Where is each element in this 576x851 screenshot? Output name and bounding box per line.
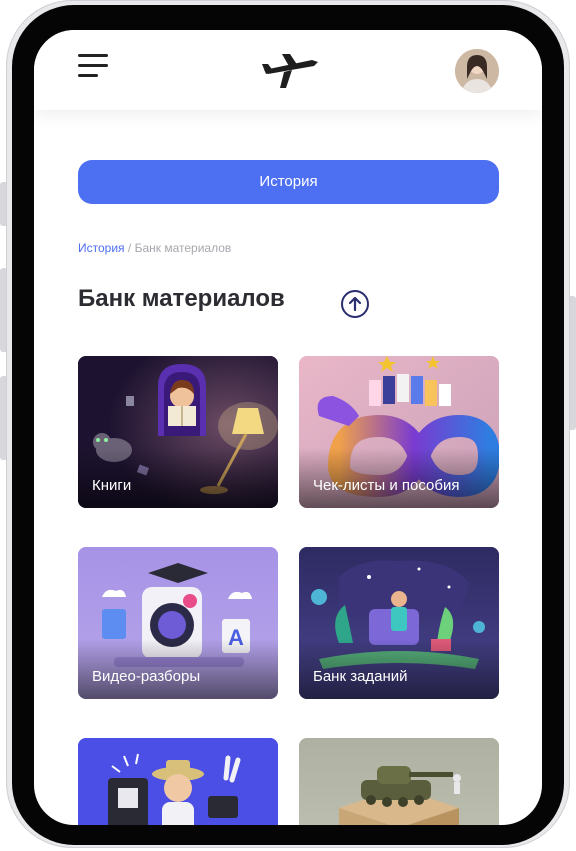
breadcrumb-link-history[interactable]: История bbox=[78, 241, 125, 255]
page-title: Банк материалов bbox=[78, 285, 285, 312]
card-label: Чек-листы и пособия bbox=[313, 477, 460, 494]
breadcrumb-separator: / bbox=[124, 241, 135, 255]
card-tank[interactable] bbox=[299, 738, 499, 825]
tank-illustration bbox=[299, 738, 499, 825]
card-task-bank[interactable]: Банк заданий bbox=[299, 547, 499, 699]
card-books[interactable]: Книги bbox=[78, 356, 278, 508]
teacher-illustration bbox=[78, 738, 278, 825]
card-label: Видео-разборы bbox=[92, 668, 201, 685]
user-avatar[interactable] bbox=[455, 49, 499, 93]
card-video-reviews[interactable]: A Видео-разборы bbox=[78, 547, 278, 699]
hamburger-menu-icon[interactable] bbox=[78, 54, 108, 80]
phone-power-button bbox=[570, 296, 576, 430]
breadcrumb-current: Банк материалов bbox=[134, 241, 232, 255]
arrow-up-circle-icon[interactable] bbox=[341, 290, 369, 318]
card-label: Банк заданий bbox=[313, 668, 408, 685]
card-label: Книги bbox=[92, 477, 132, 494]
breadcrumb: История / Банк материалов bbox=[78, 241, 231, 255]
card-teacher[interactable] bbox=[78, 738, 278, 825]
app-screen: История История / Банк материалов Банк м… bbox=[34, 30, 542, 825]
top-navigation-bar bbox=[34, 30, 542, 110]
card-checklists[interactable]: Чек-листы и пособия bbox=[299, 356, 499, 508]
history-button[interactable]: История bbox=[78, 160, 499, 204]
airplane-logo-icon[interactable] bbox=[260, 48, 320, 94]
